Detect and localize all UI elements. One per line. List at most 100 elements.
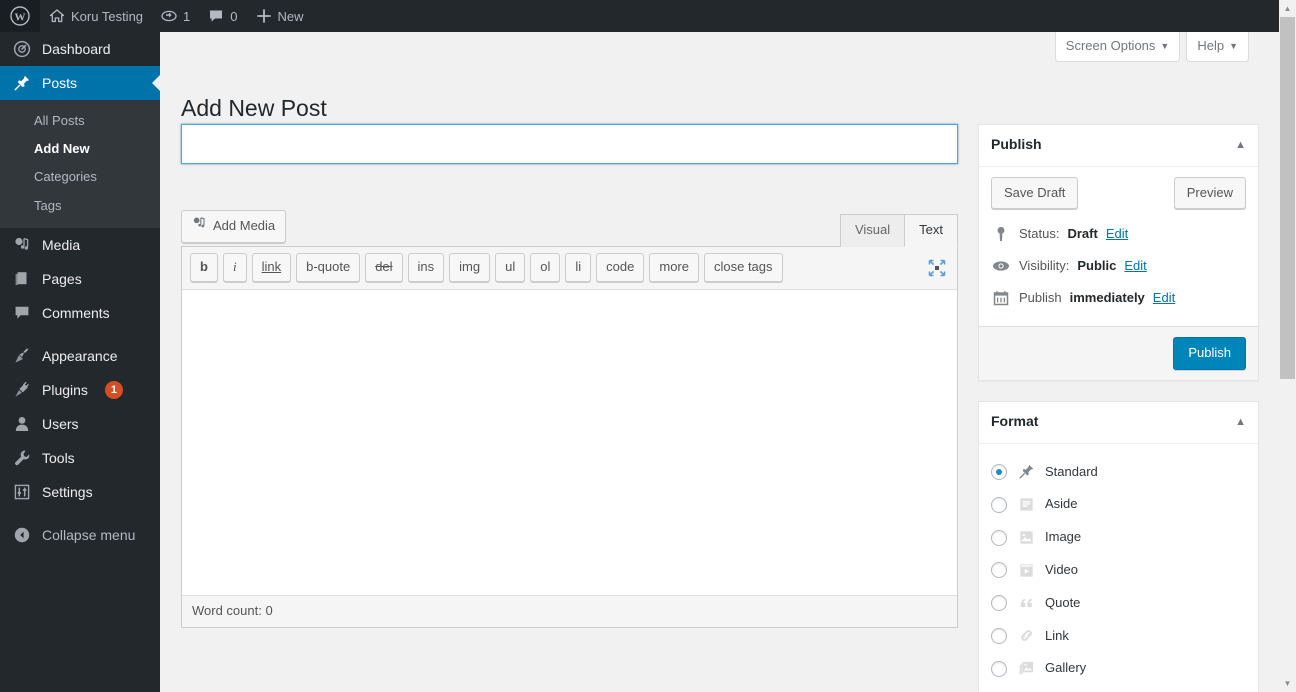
publish-actions-row: Save Draft Preview — [991, 176, 1246, 210]
quicktag-i[interactable]: i — [222, 253, 247, 282]
format-option-quote[interactable]: Quote — [991, 587, 1246, 620]
format-option-image[interactable]: Image — [991, 521, 1246, 554]
submenu-item-tags[interactable]: Tags — [0, 192, 160, 220]
edit-status-link[interactable]: Edit — [1106, 224, 1128, 245]
screen-options-label: Screen Options — [1065, 38, 1156, 53]
quicktag-ins[interactable]: ins — [407, 253, 445, 282]
page-scrollbar[interactable]: ▲ ▼ — [1279, 0, 1296, 692]
radio-video[interactable] — [991, 562, 1007, 579]
post-visibility-row: Visibility: Public Edit — [991, 251, 1246, 283]
sidebar-item-dashboard[interactable]: Dashboard — [0, 32, 160, 66]
chevron-up-icon-format[interactable]: ▲ — [1235, 416, 1246, 428]
quicktag-code[interactable]: code — [596, 253, 645, 282]
format-option-aside[interactable]: Aside — [991, 488, 1246, 521]
radio-quote[interactable] — [991, 595, 1007, 612]
site-name-button[interactable]: Koru Testing — [40, 0, 152, 32]
preview-button[interactable]: Preview — [1173, 176, 1246, 210]
add-media-button[interactable]: Add Media — [181, 209, 287, 243]
quicktag-img[interactable]: img — [449, 253, 491, 282]
format-option-gallery[interactable]: Gallery — [991, 652, 1246, 685]
sidebar-item-tools[interactable]: Tools — [0, 441, 160, 475]
sidebar-item-tools-label: Tools — [42, 449, 75, 466]
scrollbar-down-arrow[interactable]: ▼ — [1279, 675, 1296, 692]
tools-icon — [12, 449, 32, 467]
submenu-item-categories[interactable]: Categories — [0, 163, 160, 191]
quote-icon — [1016, 593, 1036, 613]
updates-button[interactable]: 1 — [152, 0, 199, 32]
tab-visual[interactable]: Visual — [839, 213, 906, 247]
pin-icon-format — [1016, 462, 1036, 482]
publish-metabox: Publish ▲ Save Draft Preview Status: Dra… — [978, 124, 1259, 381]
collapse-arrow-icon — [12, 526, 32, 544]
save-draft-button[interactable]: Save Draft — [991, 176, 1079, 210]
pin-marker-icon — [991, 226, 1011, 242]
quicktag-li[interactable]: li — [565, 253, 592, 282]
wordpress-logo-button[interactable]: W — [0, 0, 40, 32]
chevron-up-icon[interactable]: ▲ — [1235, 139, 1246, 151]
sidebar-item-comments[interactable]: Comments — [0, 296, 160, 330]
comments-button[interactable]: 0 — [199, 0, 246, 32]
sidebar-item-posts-label: Posts — [42, 75, 78, 91]
quicktag-b[interactable]: b — [190, 253, 218, 282]
svg-text:W: W — [15, 12, 26, 24]
quicktags-toolbar: b i link b-quote del ins img ul ol li co… — [182, 247, 957, 290]
quicktag-ul[interactable]: ul — [495, 253, 526, 282]
radio-aside[interactable] — [991, 496, 1007, 513]
sidebar-item-appearance[interactable]: Appearance — [0, 339, 160, 373]
publish-button[interactable]: Publish — [1173, 337, 1246, 370]
post-title-input[interactable] — [181, 124, 958, 164]
chevron-down-icon: ▼ — [1160, 41, 1170, 51]
sidebar-item-plugins[interactable]: Plugins 1 — [0, 373, 160, 407]
format-option-standard[interactable]: Standard — [991, 456, 1246, 489]
dashboard-icon — [12, 40, 32, 58]
quicktag-link[interactable]: link — [251, 253, 292, 282]
pages-icon — [12, 270, 32, 288]
post-title-area — [181, 124, 958, 164]
users-icon — [12, 415, 32, 433]
distraction-free-icon[interactable] — [927, 258, 947, 278]
image-icon — [1016, 528, 1036, 548]
sidebar-item-users[interactable]: Users — [0, 407, 160, 441]
aside-icon — [1016, 495, 1036, 515]
add-media-icon — [192, 216, 207, 237]
publish-metabox-title: Publish — [991, 136, 1042, 152]
edit-schedule-link[interactable]: Edit — [1153, 288, 1175, 309]
publish-metabox-header[interactable]: Publish ▲ — [979, 125, 1258, 167]
format-option-video[interactable]: Video — [991, 554, 1246, 587]
screen-meta-links: Screen Options ▼ Help ▼ — [1049, 32, 1249, 63]
sidebar-item-settings[interactable]: Settings — [0, 475, 160, 509]
radio-link[interactable] — [991, 627, 1007, 644]
sidebar-item-pages[interactable]: Pages — [0, 262, 160, 296]
format-option-image-label: Image — [1045, 529, 1082, 545]
scrollbar-up-arrow[interactable]: ▲ — [1279, 0, 1296, 17]
collapse-menu-button[interactable]: Collapse menu — [0, 518, 160, 552]
sidebar-item-posts[interactable]: Posts — [0, 66, 160, 100]
format-option-link[interactable]: Link — [991, 620, 1246, 653]
scrollbar-thumb[interactable] — [1280, 17, 1295, 379]
home-icon — [49, 8, 65, 24]
gallery-icon — [1016, 659, 1036, 679]
quicktag-ol[interactable]: ol — [530, 253, 561, 282]
help-button[interactable]: Help ▼ — [1186, 32, 1249, 63]
radio-standard[interactable] — [991, 463, 1007, 480]
radio-image[interactable] — [991, 529, 1007, 546]
quicktag-b-quote[interactable]: b-quote — [296, 253, 361, 282]
edit-visibility-link[interactable]: Edit — [1124, 256, 1146, 277]
post-content-textarea[interactable] — [182, 289, 957, 590]
submenu-item-add-new[interactable]: Add New — [0, 135, 160, 163]
word-count-label: Word count: 0 — [182, 594, 957, 627]
wordpress-logo-icon: W — [10, 6, 30, 26]
radio-gallery[interactable] — [991, 660, 1007, 677]
tab-text[interactable]: Text — [904, 213, 958, 247]
sidebar-item-media[interactable]: Media — [0, 228, 160, 262]
quicktag-more[interactable]: more — [649, 253, 699, 282]
format-option-status[interactable]: Status — [991, 685, 1246, 692]
new-content-button[interactable]: New — [247, 0, 313, 32]
submenu-item-all-posts[interactable]: All Posts — [0, 107, 160, 135]
admin-bar: W Koru Testing 1 0 New — [0, 0, 1296, 32]
format-metabox-header[interactable]: Format ▲ — [979, 402, 1258, 444]
quicktag-del[interactable]: del — [365, 253, 403, 282]
quicktag-close-tags[interactable]: close tags — [703, 253, 783, 282]
main-content: Screen Options ▼ Help ▼ Add New Post Add M… — [160, 32, 1296, 692]
screen-options-button[interactable]: Screen Options ▼ — [1054, 32, 1181, 63]
